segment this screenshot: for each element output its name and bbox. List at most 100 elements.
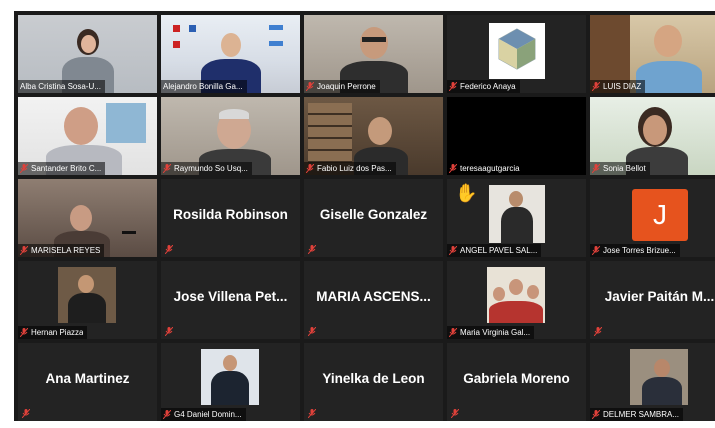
participant-name: ANGEL PAVEL SAL... bbox=[460, 245, 538, 255]
participant-tile[interactable]: Hernan Piazza bbox=[18, 261, 157, 339]
name-label: Jose Torres Brizue... bbox=[590, 244, 680, 257]
mic-muted-icon[interactable] bbox=[306, 82, 314, 91]
gallery-grid: Alba Cristina Sosa-U... Alejandro Bonill… bbox=[14, 11, 715, 421]
mic-muted-icon[interactable] bbox=[20, 246, 28, 255]
participant-face bbox=[223, 355, 237, 371]
bookshelf bbox=[308, 103, 352, 163]
avatar: J bbox=[632, 189, 688, 241]
mic-muted-icon[interactable] bbox=[451, 409, 459, 418]
mic-muted-icon[interactable] bbox=[163, 164, 171, 173]
participant-tile[interactable]: Raymundo So Usq... bbox=[161, 97, 300, 175]
mic-muted-icon[interactable] bbox=[306, 164, 314, 173]
participant-tile[interactable]: MARISELA REYES bbox=[18, 179, 157, 257]
mic-muted-icon[interactable] bbox=[594, 327, 602, 336]
profile-photo bbox=[630, 349, 688, 405]
participant-face bbox=[221, 33, 241, 57]
logo-mark bbox=[173, 41, 180, 48]
participant-tile[interactable]: LUIS DIAZ bbox=[590, 15, 715, 93]
name-label: teresaagutgarcia bbox=[447, 162, 524, 175]
mic-muted-icon[interactable] bbox=[20, 164, 28, 173]
participant-face bbox=[654, 359, 670, 377]
participant-name: G4 Daniel Domin... bbox=[174, 409, 242, 419]
logo-mark bbox=[173, 25, 180, 32]
name-label: Sonia Bellot bbox=[590, 162, 650, 175]
participant-name: Maria Virginia Gal... bbox=[460, 327, 531, 337]
participant-name: teresaagutgarcia bbox=[460, 163, 520, 173]
participant-face bbox=[509, 191, 523, 207]
participant-tile[interactable]: Giselle Gonzalez bbox=[304, 179, 443, 257]
name-label: LUIS DIAZ bbox=[590, 80, 646, 93]
participant-name-large: MARIA ASCENS... bbox=[316, 289, 431, 304]
participant-tile[interactable]: Alba Cristina Sosa-U... bbox=[18, 15, 157, 93]
mic-muted-icon[interactable] bbox=[449, 328, 457, 337]
participant-name: Joaquin Perrone bbox=[317, 81, 376, 91]
mic-muted-icon[interactable] bbox=[449, 164, 457, 173]
participant-tile[interactable]: Sonia Bellot bbox=[590, 97, 715, 175]
participant-body bbox=[211, 371, 249, 405]
participant-name: Federico Anaya bbox=[460, 81, 516, 91]
participant-tile[interactable]: MARIA ASCENS... bbox=[304, 261, 443, 339]
participant-face bbox=[78, 275, 94, 293]
participant-tile[interactable]: J Jose Torres Brizue... bbox=[590, 179, 715, 257]
participant-face bbox=[64, 107, 98, 145]
mic-muted-icon[interactable] bbox=[20, 328, 28, 337]
profile-photo bbox=[201, 349, 259, 405]
profile-photo bbox=[58, 267, 116, 323]
name-label: Raymundo So Usq... bbox=[161, 162, 252, 175]
participant-tile[interactable]: Javier Paitán M... bbox=[590, 261, 715, 339]
participant-body bbox=[501, 207, 533, 243]
mic-muted-icon[interactable] bbox=[308, 245, 316, 254]
hexagon-logo-icon bbox=[498, 28, 536, 70]
profile-logo bbox=[489, 23, 545, 79]
mic-muted-icon[interactable] bbox=[592, 82, 600, 91]
mic-muted-icon[interactable] bbox=[449, 82, 457, 91]
participant-tile[interactable]: Gabriela Moreno bbox=[447, 343, 586, 421]
mic-muted-icon[interactable] bbox=[163, 410, 171, 419]
mic-muted-icon[interactable] bbox=[165, 245, 173, 254]
mic-muted-icon[interactable] bbox=[165, 327, 173, 336]
participant-name: Alba Cristina Sosa-U... bbox=[20, 81, 101, 91]
pen-prop bbox=[122, 231, 136, 234]
name-label: G4 Daniel Domin... bbox=[161, 408, 246, 421]
participant-name-large: Jose Villena Pet... bbox=[173, 289, 288, 304]
participant-body bbox=[642, 377, 682, 405]
participant-name: Alejandro Bonilla Ga... bbox=[163, 81, 243, 91]
participant-tile[interactable]: Yinelka de Leon bbox=[304, 343, 443, 421]
mic-muted-icon[interactable] bbox=[22, 409, 30, 418]
participant-tile[interactable]: Alejandro Bonilla Ga... bbox=[161, 15, 300, 93]
participant-tile[interactable]: Ana Martinez bbox=[18, 343, 157, 421]
participant-tile[interactable]: teresaagutgarcia bbox=[447, 97, 586, 175]
participant-name: Sonia Bellot bbox=[603, 163, 646, 173]
name-label: Maria Virginia Gal... bbox=[447, 326, 535, 339]
participant-face bbox=[493, 287, 505, 301]
participant-name: MARISELA REYES bbox=[31, 245, 101, 255]
mic-muted-icon[interactable] bbox=[308, 409, 316, 418]
participant-name: DELMER SAMBRA... bbox=[603, 409, 680, 419]
participant-name-large: Javier Paitán M... bbox=[604, 289, 715, 304]
participant-tile[interactable]: G4 Daniel Domin... bbox=[161, 343, 300, 421]
mic-muted-icon[interactable] bbox=[308, 327, 316, 336]
participant-tile[interactable]: Rosilda Robinson bbox=[161, 179, 300, 257]
participant-face bbox=[643, 115, 667, 145]
participant-tile[interactable]: Joaquin Perrone bbox=[304, 15, 443, 93]
participant-name: Jose Torres Brizue... bbox=[603, 245, 676, 255]
participant-tile[interactable]: DELMER SAMBRA... bbox=[590, 343, 715, 421]
participant-tile[interactable]: Santander Brito C... bbox=[18, 97, 157, 175]
participant-name: LUIS DIAZ bbox=[603, 81, 642, 91]
participant-tile[interactable]: Federico Anaya bbox=[447, 15, 586, 93]
raised-hand-icon: ✋ bbox=[455, 183, 478, 203]
participant-tile[interactable]: Jose Villena Pet... bbox=[161, 261, 300, 339]
participant-tile[interactable]: ✋ ANGEL PAVEL SAL... bbox=[447, 179, 586, 257]
participant-tile[interactable]: Fabio Luiz dos Pas... bbox=[304, 97, 443, 175]
profile-photo bbox=[487, 267, 545, 323]
participant-name: Raymundo So Usq... bbox=[174, 163, 248, 173]
wall-picture bbox=[106, 103, 146, 143]
mic-muted-icon[interactable] bbox=[592, 410, 600, 419]
participant-tile[interactable]: Maria Virginia Gal... bbox=[447, 261, 586, 339]
mic-muted-icon[interactable] bbox=[449, 246, 457, 255]
mic-muted-icon[interactable] bbox=[592, 164, 600, 173]
participant-body bbox=[636, 61, 702, 93]
logo-mark bbox=[189, 25, 196, 32]
name-label: MARISELA REYES bbox=[18, 244, 105, 257]
mic-muted-icon[interactable] bbox=[592, 246, 600, 255]
